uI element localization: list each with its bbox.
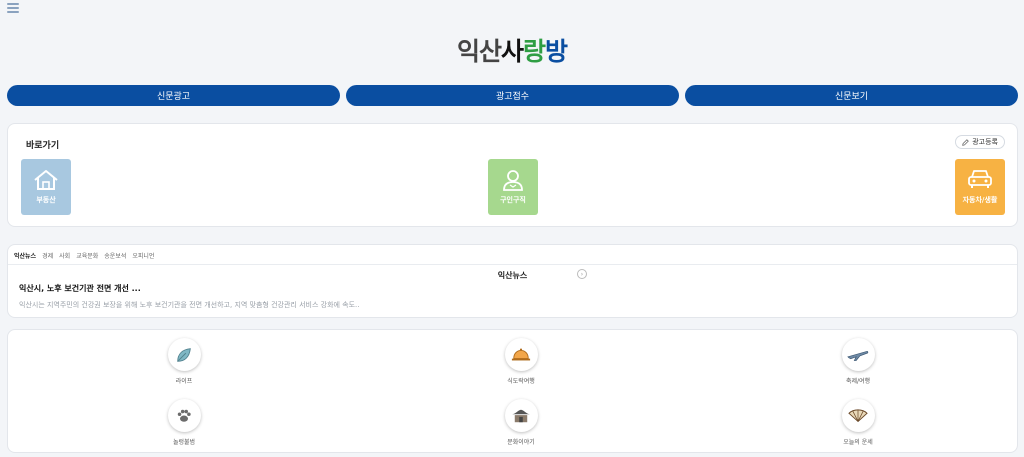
news-tab-education-culture[interactable]: 교육문화 (76, 251, 98, 260)
fan-icon (848, 408, 868, 422)
news-headline[interactable]: 익산시, 노후 보건기관 전면 개선 ... (19, 283, 141, 294)
news-section-title: 익산뉴스 (497, 271, 528, 280)
menu-item-label: 식도락여행 (507, 378, 535, 385)
person-icon (503, 170, 523, 191)
shortcut-tile-jobs[interactable]: 구인구직 (488, 159, 538, 215)
logo-part-4: 방 (545, 37, 568, 66)
logo-part-2: 사 (500, 37, 524, 66)
category-menu-card: 라이프 식도락여행 축제/여행 놀렁불범 문화이야기 오늘의 운세 (7, 329, 1018, 453)
car-icon (968, 170, 992, 188)
nav-newspaper-ads-button[interactable]: 신문광고 (7, 85, 340, 106)
news-tab-society[interactable]: 사회 (59, 251, 70, 260)
menu-item-fortune[interactable]: 오늘의 운세 (828, 399, 888, 446)
shortcut-tile-label: 구인구직 (500, 196, 526, 204)
news-tab-jewelry[interactable]: 송운보석 (104, 251, 126, 260)
menu-item-festival-travel[interactable]: 축제/여행 (828, 338, 888, 385)
chevron-right-icon[interactable]: › (577, 269, 587, 279)
menu-item-label: 오늘의 운세 (843, 439, 873, 446)
menu-item-pets[interactable]: 놀렁불범 (154, 399, 214, 446)
news-card: 익산뉴스 경제 사회 교육문화 송운보석 오피니언 익산뉴스 › 익산시, 노후… (7, 244, 1018, 318)
shortcut-tile-realestate[interactable]: 부동산 (21, 159, 71, 215)
paw-icon (177, 409, 191, 422)
site-logo[interactable]: 익산사랑방 (0, 34, 1024, 70)
hanok-icon (512, 409, 530, 422)
menu-item-life[interactable]: 라이프 (154, 338, 214, 385)
menu-item-culture-story[interactable]: 문화이야기 (491, 399, 551, 446)
register-ad-label: 광고등록 (972, 138, 998, 146)
airplane-icon (847, 350, 869, 361)
news-tabs: 익산뉴스 경제 사회 교육문화 송운보석 오피니언 (14, 251, 154, 260)
food-dish-icon (511, 347, 531, 360)
hamburger-menu-icon[interactable] (7, 3, 19, 13)
news-summary: 익산시는 지역주민의 건강권 보장을 위해 노후 보건기관을 전면 개선하고, … (19, 301, 360, 309)
house-icon (34, 170, 58, 190)
leaf-icon (177, 347, 191, 362)
nav-view-newspaper-button[interactable]: 신문보기 (685, 85, 1018, 106)
register-ad-button[interactable]: 광고등록 (955, 135, 1005, 149)
shortcuts-card: 바로가기 광고등록 부동산 구인구직 자동차/생활 (7, 123, 1018, 227)
shortcuts-title: 바로가기 (26, 141, 60, 151)
news-tab-opinion[interactable]: 오피니언 (132, 251, 154, 260)
menu-item-label: 라이프 (175, 378, 193, 385)
menu-item-label: 축제/여행 (845, 378, 871, 385)
shortcut-tile-label: 부동산 (36, 196, 56, 204)
shortcut-tile-car[interactable]: 자동차/생활 (955, 159, 1005, 215)
top-navigation: 신문광고 광고접수 신문보기 (7, 85, 1018, 106)
logo-part-3: 랑 (523, 37, 546, 66)
news-divider (8, 264, 1017, 265)
news-tab-economy[interactable]: 경제 (42, 251, 53, 260)
pencil-icon (962, 138, 970, 146)
menu-item-label: 문화이야기 (507, 439, 535, 446)
logo-part-1: 익산 (456, 37, 502, 66)
menu-item-food-travel[interactable]: 식도락여행 (491, 338, 551, 385)
nav-ad-submission-button[interactable]: 광고접수 (346, 85, 679, 106)
shortcut-tile-label: 자동차/생활 (962, 196, 998, 204)
news-tab-iksan[interactable]: 익산뉴스 (14, 251, 36, 260)
menu-item-label: 놀렁불범 (172, 439, 196, 446)
